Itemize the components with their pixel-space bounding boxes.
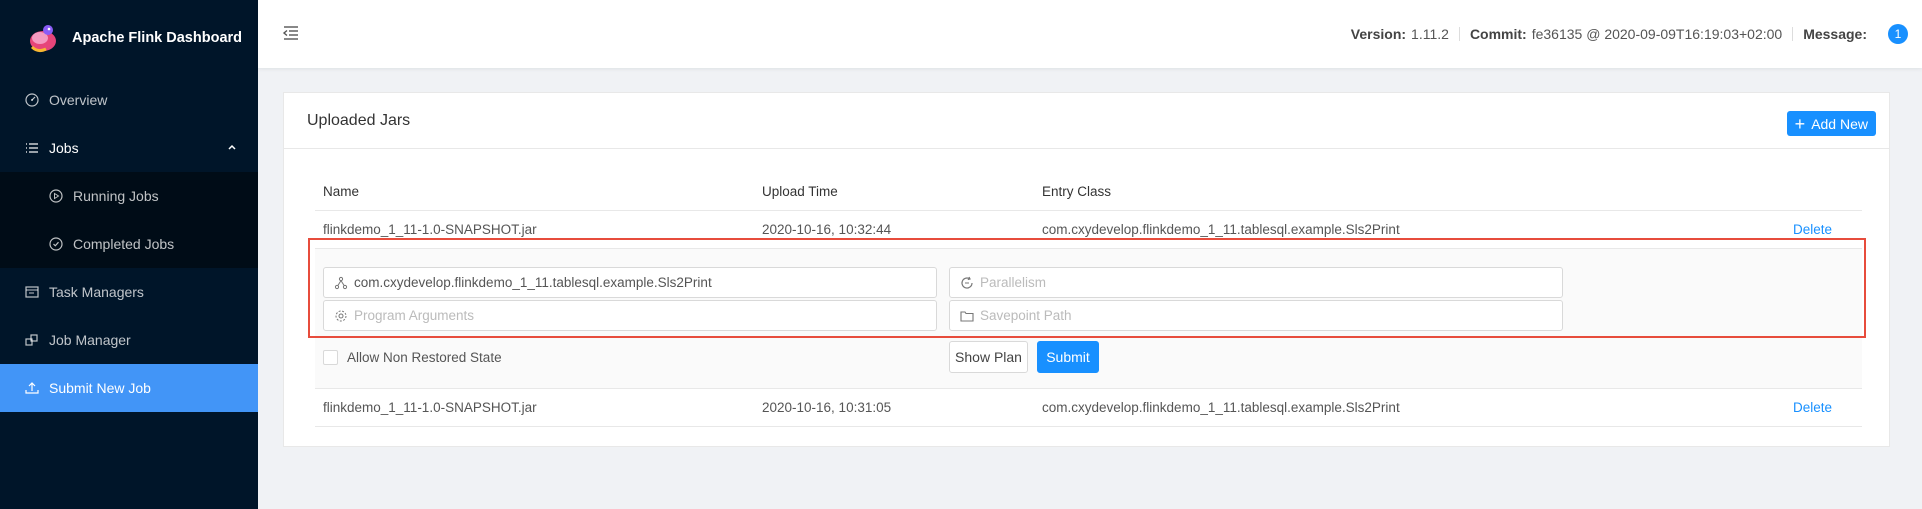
brand[interactable]: Apache Flink Dashboard bbox=[0, 0, 258, 76]
highlight-box bbox=[308, 238, 1866, 338]
column-header-name[interactable]: Name bbox=[323, 184, 359, 199]
sidebar-item-label: Task Managers bbox=[49, 284, 144, 300]
divider bbox=[1458, 27, 1460, 41]
sidebar-item-task-managers[interactable]: Task Managers bbox=[0, 268, 258, 316]
delete-link[interactable]: Delete bbox=[1793, 400, 1832, 415]
card-title: Uploaded Jars bbox=[307, 112, 411, 129]
divider bbox=[1792, 27, 1794, 41]
delete-link[interactable]: Delete bbox=[1793, 222, 1832, 237]
menu-fold-icon[interactable] bbox=[282, 24, 300, 42]
plus-icon: + bbox=[1794, 113, 1806, 134]
header: Version: 1.11.2 Commit: fe36135 @ 2020-0… bbox=[258, 0, 1922, 68]
allow-non-restored-checkbox[interactable] bbox=[323, 350, 338, 365]
column-header-entry-class[interactable]: Entry Class bbox=[1042, 184, 1111, 199]
chevron-up-icon bbox=[228, 144, 236, 150]
upload-time: 2020-10-16, 10:31:05 bbox=[762, 400, 892, 415]
sidebar-item-overview[interactable]: Overview bbox=[0, 76, 258, 124]
jar-name: flinkdemo_1_11-1.0-SNAPSHOT.jar bbox=[323, 400, 537, 415]
play-circle-icon bbox=[49, 189, 63, 203]
allow-non-restored-state[interactable]: Allow Non Restored State bbox=[323, 350, 502, 365]
check-circle-icon bbox=[49, 237, 63, 251]
sidebar-item-label: Submit New Job bbox=[49, 380, 151, 396]
jar-name: flinkdemo_1_11-1.0-SNAPSHOT.jar bbox=[323, 222, 537, 237]
flink-logo-icon bbox=[30, 25, 56, 53]
sidebar-item-label: Completed Jobs bbox=[73, 236, 175, 252]
add-new-button[interactable]: + Add New bbox=[1786, 111, 1876, 136]
show-plan-button[interactable]: Show Plan bbox=[949, 341, 1028, 373]
card-header: Uploaded Jars + Add New bbox=[284, 93, 1889, 149]
entry-class: com.cxydevelop.flinkdemo_1_11.tablesql.e… bbox=[1042, 400, 1400, 415]
schedule-icon bbox=[25, 285, 39, 299]
sidebar-item-label: Jobs bbox=[49, 140, 79, 156]
sidebar-item-label: Running Jobs bbox=[73, 188, 159, 204]
version-value: 1.11.2 bbox=[1411, 26, 1449, 42]
message-count-badge[interactable]: 1 bbox=[1888, 24, 1908, 44]
header-info: Version: 1.11.2 Commit: fe36135 @ 2020-0… bbox=[1351, 0, 1922, 68]
table-header: Name Upload Time Entry Class bbox=[315, 173, 1862, 211]
list-icon bbox=[25, 141, 39, 155]
add-new-label: Add New bbox=[1811, 115, 1868, 132]
sidebar-item-label: Overview bbox=[49, 92, 108, 108]
dashboard-icon bbox=[25, 93, 39, 107]
build-icon bbox=[25, 333, 39, 347]
table-row[interactable]: flinkdemo_1_11-1.0-SNAPSHOT.jar 2020-10-… bbox=[315, 389, 1862, 427]
sidebar-item-submit-new-job[interactable]: Submit New Job bbox=[0, 364, 258, 412]
version-label: Version: bbox=[1350, 26, 1407, 42]
sidebar-item-label: Job Manager bbox=[49, 332, 131, 348]
column-header-upload-time[interactable]: Upload Time bbox=[762, 184, 838, 199]
app-title: Apache Flink Dashboard bbox=[72, 30, 243, 46]
sidebar-item-jobs[interactable]: Jobs bbox=[0, 124, 258, 172]
sidebar-item-job-manager[interactable]: Job Manager bbox=[0, 316, 258, 364]
entry-class: com.cxydevelop.flinkdemo_1_11.tablesql.e… bbox=[1042, 222, 1400, 237]
commit-label: Commit: bbox=[1469, 26, 1527, 42]
upload-icon bbox=[25, 381, 39, 395]
sidebar-item-completed-jobs[interactable]: Completed Jobs bbox=[0, 220, 258, 268]
message-label[interactable]: Message: bbox=[1803, 26, 1867, 42]
allow-non-restored-label: Allow Non Restored State bbox=[347, 350, 502, 365]
sidebar: Apache Flink Dashboard Overview Jobs Run… bbox=[0, 0, 258, 509]
submit-button[interactable]: Submit bbox=[1037, 341, 1099, 373]
commit-value: fe36135 @ 2020-09-09T16:19:03+02:00 bbox=[1531, 26, 1783, 42]
upload-time: 2020-10-16, 10:32:44 bbox=[762, 222, 892, 237]
sidebar-item-running-jobs[interactable]: Running Jobs bbox=[0, 172, 258, 220]
